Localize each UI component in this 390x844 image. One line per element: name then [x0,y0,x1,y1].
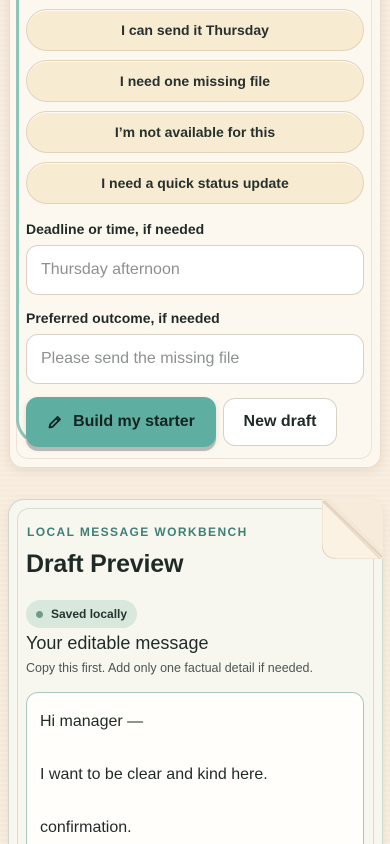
status-dot-icon [36,610,43,618]
outcome-label: Preferred outcome, if needed [26,310,220,326]
quick-reply-chip[interactable]: I’m not available for this [26,111,364,153]
saved-status-label: Saved locally [51,607,128,621]
pencil-icon [47,414,63,430]
page-fold-corner [322,499,383,559]
saved-status-badge: Saved locally [26,600,138,628]
build-starter-label: Build my starter [73,413,195,430]
outcome-input[interactable] [26,334,364,384]
build-starter-button[interactable]: Build my starter [26,397,216,447]
deadline-input[interactable] [26,245,364,295]
preview-title: Draft Preview [26,550,184,578]
message-help-text: Copy this first. Add only one factual de… [26,661,313,675]
quick-reply-chip[interactable]: I can send it Thursday [26,9,364,51]
message-blank-line [40,789,350,816]
quick-reply-chip[interactable]: I need one missing file [26,60,364,102]
message-line: I want to be clear and kind here. [40,766,268,783]
message-line: confirmation. [40,819,132,836]
deadline-label: Deadline or time, if needed [26,221,205,237]
message-blank-line [40,736,350,763]
preview-eyebrow: LOCAL MESSAGE WORKBENCH [27,525,248,539]
message-line: Hi manager — [40,713,144,730]
page: I can send it Thursday I need one missin… [0,0,390,844]
new-draft-button[interactable]: New draft [223,398,337,446]
message-heading: Your editable message [26,633,209,653]
message-editor[interactable]: Hi manager — I want to be clear and kind… [26,692,364,844]
quick-reply-chip[interactable]: I need a quick status update [26,162,364,204]
